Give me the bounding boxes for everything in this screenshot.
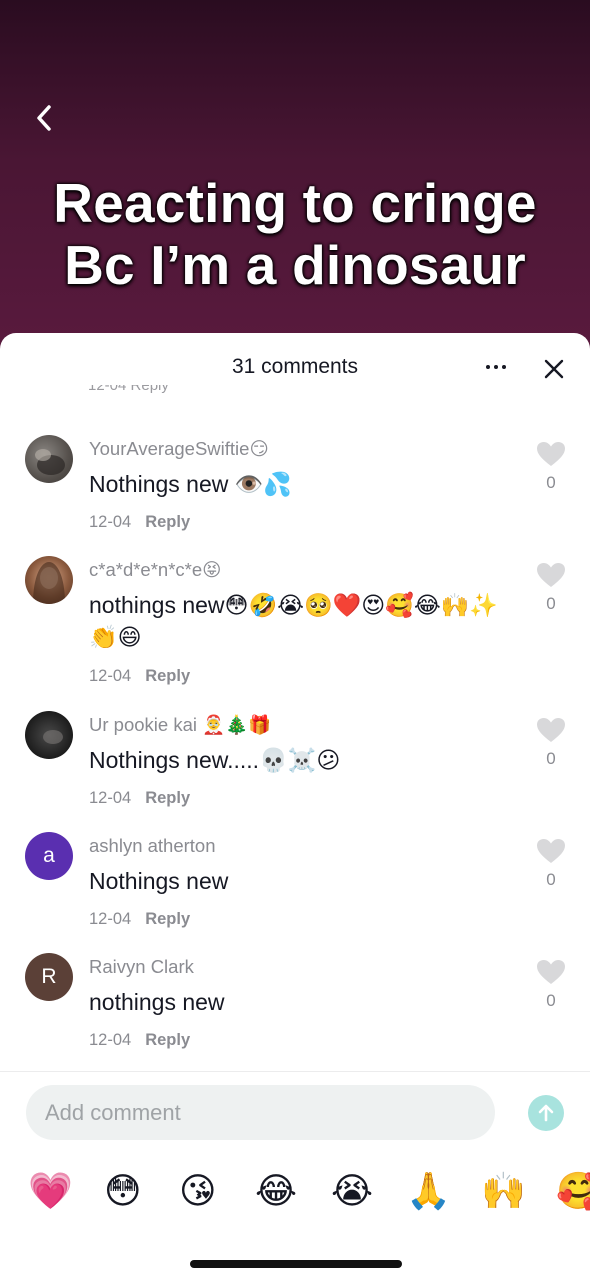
like-count: 0 [546, 749, 556, 768]
comments-sheet: 31 comments 12-04 Reply YourAverageSwift… [0, 333, 590, 1280]
comment-text: Nothings new [89, 868, 229, 894]
avatar[interactable] [25, 435, 73, 483]
comment-username[interactable]: ashlyn atherton [89, 835, 216, 857]
reply-button[interactable]: Reply [145, 789, 190, 807]
emoji-button[interactable]: 🙌 [481, 1167, 526, 1215]
comment-composer: 💗 😳 😘 😂 😭 🙏 🙌 🥰 [0, 1071, 590, 1280]
comment-date: 12-04 [89, 1031, 132, 1049]
like-count: 0 [546, 594, 556, 613]
comment-date: 12-04 [89, 667, 132, 685]
more-options-button[interactable] [478, 355, 514, 379]
like-button[interactable]: 0 [534, 562, 568, 614]
emoji-button[interactable]: 💗 [28, 1167, 73, 1215]
avatar[interactable]: R [25, 953, 73, 1001]
send-button[interactable] [528, 1095, 564, 1131]
emoji-button[interactable]: 😂 [255, 1167, 297, 1215]
arrow-up-icon [538, 1104, 554, 1122]
avatar[interactable]: a [25, 832, 73, 880]
reply-button[interactable]: Reply [145, 910, 190, 928]
emoji-button[interactable]: 🥰 [556, 1167, 590, 1215]
chevron-left-icon [37, 105, 51, 131]
like-count: 0 [546, 870, 556, 889]
comment-meta: 12-04 Reply [89, 667, 190, 686]
heart-icon [537, 960, 565, 984]
comment-text: nothings new😳🤣😭🥺❤️😍🥰😂🙌✨👏😄 [89, 592, 499, 650]
emoji-button[interactable]: 😭 [331, 1167, 373, 1215]
comment-date: 12-04 [89, 910, 132, 928]
add-comment-input[interactable] [26, 1085, 495, 1140]
like-count: 0 [546, 991, 556, 1010]
reply-button[interactable]: Reply [145, 667, 190, 685]
comment-username[interactable]: YourAverageSwiftie😏 [89, 438, 269, 460]
previous-comment-meta-partial: 12-04 Reply [88, 385, 169, 394]
heart-icon [537, 718, 565, 742]
comment-meta: 12-04 Reply [89, 513, 190, 532]
like-button[interactable]: 0 [534, 959, 568, 1011]
like-button[interactable]: 0 [534, 717, 568, 769]
comment-text: Nothings new.....💀☠️😕 [89, 747, 341, 773]
like-button[interactable]: 0 [534, 441, 568, 493]
comment-date: 12-04 [89, 513, 132, 531]
back-button[interactable] [24, 96, 64, 140]
emoji-button[interactable]: 🙏 [406, 1167, 451, 1215]
comment-username[interactable]: Ur pookie kai 🤶🎄🎁 [89, 714, 271, 736]
close-button[interactable] [538, 353, 570, 385]
heart-icon [537, 442, 565, 466]
home-indicator[interactable] [190, 1260, 402, 1268]
comment-meta: 12-04 Reply [89, 910, 190, 929]
like-count: 0 [546, 473, 556, 492]
avatar-letter: R [41, 965, 57, 988]
video-caption: Reacting to cringe Bc I’m a dinosaur [53, 172, 537, 296]
reply-button[interactable]: Reply [145, 1031, 190, 1049]
sheet-header: 31 comments 12-04 Reply [0, 333, 590, 401]
heart-icon [537, 563, 565, 587]
close-icon [544, 359, 564, 379]
more-icon [486, 365, 506, 369]
quick-emoji-bar: 💗 😳 😘 😂 😭 🙏 🙌 🥰 [0, 1167, 590, 1215]
avatar[interactable] [25, 711, 73, 759]
comment-date: 12-04 [89, 789, 132, 807]
avatar-letter: a [43, 844, 55, 867]
emoji-button[interactable]: 😘 [179, 1167, 217, 1215]
reply-button[interactable]: Reply [145, 513, 190, 531]
comment-meta: 12-04 Reply [89, 789, 190, 808]
comment-meta: 12-04 Reply [89, 1031, 190, 1050]
comment-username[interactable]: c*a*d*e*n*c*e😝 [89, 559, 221, 581]
comment-username[interactable]: Raivyn Clark [89, 956, 194, 978]
like-button[interactable]: 0 [534, 838, 568, 890]
heart-icon [537, 839, 565, 863]
comment-text: nothings new [89, 989, 225, 1015]
comment-text: Nothings new 👁️💦 [89, 471, 293, 497]
emoji-button[interactable]: 😳 [104, 1167, 142, 1215]
avatar[interactable] [25, 556, 73, 604]
